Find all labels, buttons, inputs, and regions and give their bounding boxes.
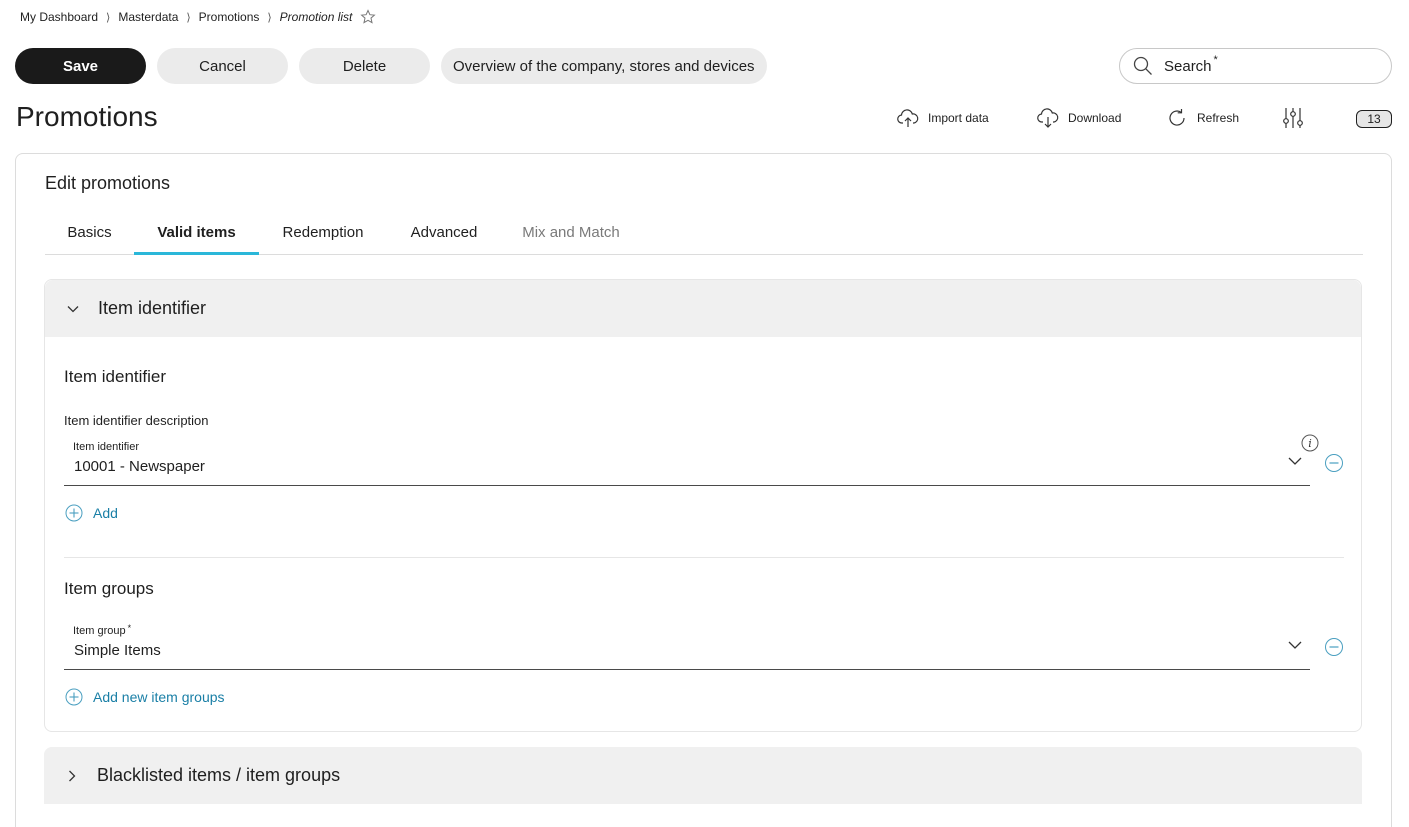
required-mark: * (1213, 53, 1218, 66)
panel-header-label: Item identifier (98, 298, 207, 318)
import-data-label: Import data (928, 111, 989, 125)
item-identifier-description: Item identifier description (64, 413, 209, 428)
panel-header-label: Blacklisted items / item groups (97, 765, 341, 785)
refresh-label: Refresh (1197, 111, 1240, 125)
overview-button[interactable]: Overview of the company, stores and devi… (441, 48, 767, 84)
plus-circle-icon (65, 504, 83, 522)
tab-basics[interactable]: Basics (45, 220, 134, 255)
breadcrumb-separator: ⟩ (186, 11, 191, 24)
item-identifier-select[interactable]: Item identifier 10001 - Newspaper (64, 436, 1310, 486)
divider (64, 557, 1344, 558)
download-button[interactable]: Download (1036, 106, 1121, 130)
item-identifier-panel-header[interactable]: Item identifier (45, 280, 1361, 337)
item-group-field-label: Item group * (73, 623, 132, 637)
breadcrumb-promotions[interactable]: Promotions (199, 10, 260, 24)
blacklisted-items-panel-header[interactable]: Blacklisted items / item groups (44, 747, 1362, 804)
chevron-down-icon (1286, 636, 1304, 654)
required-mark: * (127, 623, 132, 633)
search-label: Search * (1164, 53, 1218, 75)
refresh-icon (1165, 106, 1189, 130)
remove-circle-icon[interactable] (1324, 637, 1344, 657)
remove-circle-icon[interactable] (1324, 453, 1344, 473)
blacklisted-items-panel: Blacklisted items / item groups (44, 747, 1362, 804)
count-badge: 13 (1356, 110, 1392, 128)
add-label: Add (93, 505, 118, 521)
item-groups-section-title: Item groups (64, 579, 154, 598)
import-data-button[interactable]: Import data (896, 106, 989, 130)
search-icon (1132, 55, 1154, 77)
save-button[interactable]: Save (15, 48, 146, 84)
download-label: Download (1068, 111, 1122, 125)
breadcrumb-separator: ⟩ (267, 11, 272, 24)
sliders-icon (1281, 106, 1305, 130)
add-new-item-groups-label: Add new item groups (93, 689, 225, 705)
cancel-button[interactable]: Cancel (157, 48, 288, 84)
item-group-value: Simple Items (74, 642, 161, 659)
item-group-select[interactable]: Item group * Simple Items (64, 620, 1310, 670)
cloud-download-icon (1036, 106, 1060, 130)
toolbar: Save Cancel Delete Overview of the compa… (15, 48, 767, 84)
tab-valid-items[interactable]: Valid items (134, 220, 259, 255)
breadcrumb-masterdata[interactable]: Masterdata (118, 10, 178, 24)
item-identifier-panel: Item identifier Item identifier Item ide… (44, 279, 1362, 732)
column-settings-button[interactable] (1281, 106, 1305, 130)
breadcrumb-separator: ⟩ (106, 11, 111, 24)
cloud-upload-icon (896, 106, 920, 130)
item-identifier-section-title: Item identifier (64, 367, 167, 386)
plus-circle-icon (65, 688, 83, 706)
card-title: Edit promotions (45, 173, 171, 193)
header-actions: Import data Download Refresh (0, 106, 1409, 130)
chevron-down-icon (1286, 452, 1304, 470)
breadcrumb-current: Promotion list (279, 10, 353, 24)
delete-button[interactable]: Delete (299, 48, 430, 84)
search-input[interactable]: Search * (1119, 48, 1392, 84)
item-identifier-value: 10001 - Newspaper (74, 458, 205, 475)
add-new-item-groups-button[interactable]: Add new item groups (65, 688, 225, 706)
chevron-right-icon (64, 768, 80, 784)
item-identifier-field-label: Item identifier (73, 441, 140, 453)
tab-mix-and-match[interactable]: Mix and Match (511, 220, 631, 255)
tab-advanced[interactable]: Advanced (399, 220, 489, 255)
breadcrumb: My Dashboard ⟩ Masterdata ⟩ Promotions ⟩… (20, 8, 376, 26)
add-item-identifier-button[interactable]: Add (65, 504, 118, 522)
refresh-button[interactable]: Refresh (1165, 106, 1239, 130)
tab-bar: Basics Valid items Redemption Advanced M… (45, 220, 1363, 255)
favorite-star-icon[interactable] (360, 9, 376, 25)
chevron-down-icon (65, 301, 81, 317)
breadcrumb-my-dashboard[interactable]: My Dashboard (20, 10, 98, 24)
tab-redemption[interactable]: Redemption (267, 220, 379, 255)
